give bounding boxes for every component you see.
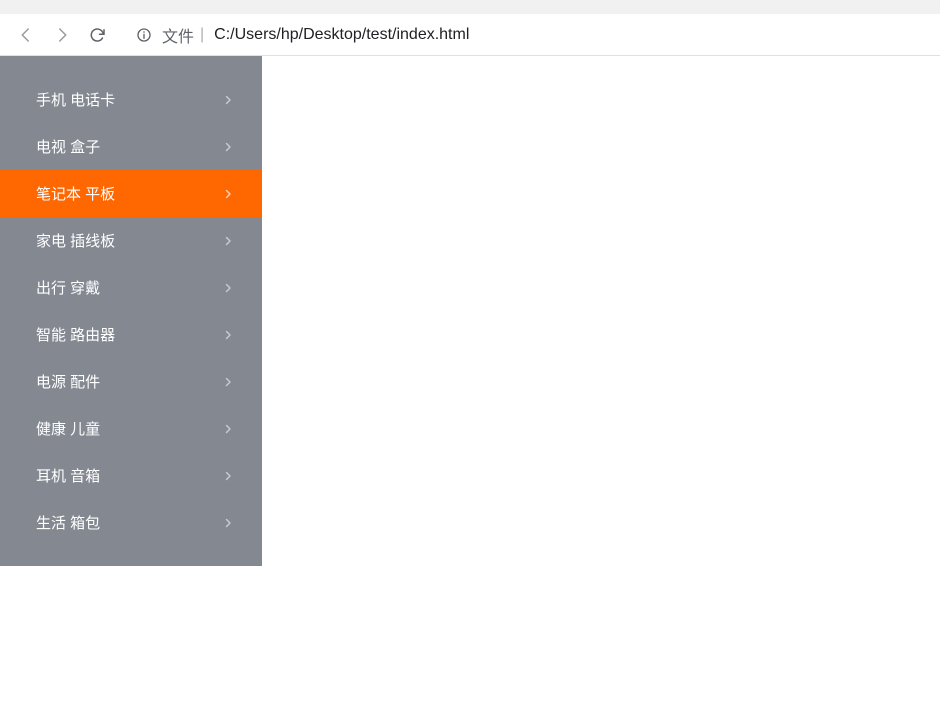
- category-item-7[interactable]: 健康 儿童: [0, 405, 262, 452]
- category-item-label: 笔记本 平板: [36, 183, 115, 204]
- url-separator: |: [200, 26, 204, 44]
- info-icon: [136, 27, 152, 43]
- category-item-5[interactable]: 智能 路由器: [0, 311, 262, 358]
- category-sidebar: 手机 电话卡电视 盒子笔记本 平板家电 插线板出行 穿戴智能 路由器电源 配件健…: [0, 56, 262, 566]
- chevron-right-icon: [222, 235, 234, 247]
- category-item-0[interactable]: 手机 电话卡: [0, 76, 262, 123]
- chevron-right-icon: [222, 423, 234, 435]
- chevron-right-icon: [222, 188, 234, 200]
- chevron-right-icon: [222, 282, 234, 294]
- category-item-label: 健康 儿童: [36, 418, 100, 439]
- url-scheme-label: 文件: [162, 23, 194, 47]
- category-item-label: 电源 配件: [36, 371, 100, 392]
- category-item-9[interactable]: 生活 箱包: [0, 499, 262, 546]
- category-item-label: 生活 箱包: [36, 512, 100, 533]
- arrow-right-icon: [53, 26, 71, 44]
- back-button[interactable]: [8, 17, 44, 53]
- url-path: C:/Users/hp/Desktop/test/index.html: [214, 26, 469, 44]
- category-item-4[interactable]: 出行 穿戴: [0, 264, 262, 311]
- forward-button[interactable]: [44, 17, 80, 53]
- chevron-right-icon: [222, 470, 234, 482]
- reload-icon: [89, 26, 107, 44]
- page-content: 手机 电话卡电视 盒子笔记本 平板家电 插线板出行 穿戴智能 路由器电源 配件健…: [0, 56, 940, 566]
- category-item-1[interactable]: 电视 盒子: [0, 123, 262, 170]
- chevron-right-icon: [222, 517, 234, 529]
- category-item-label: 出行 穿戴: [36, 277, 100, 298]
- chevron-right-icon: [222, 141, 234, 153]
- category-item-6[interactable]: 电源 配件: [0, 358, 262, 405]
- chevron-right-icon: [222, 376, 234, 388]
- category-item-label: 手机 电话卡: [36, 89, 115, 110]
- category-item-label: 家电 插线板: [36, 230, 115, 251]
- category-item-label: 耳机 音箱: [36, 465, 100, 486]
- category-item-3[interactable]: 家电 插线板: [0, 217, 262, 264]
- category-item-label: 智能 路由器: [36, 324, 115, 345]
- category-item-label: 电视 盒子: [36, 136, 100, 157]
- reload-button[interactable]: [80, 17, 116, 53]
- browser-toolbar: 文件 | C:/Users/hp/Desktop/test/index.html: [0, 14, 940, 56]
- browser-tab-strip: [0, 0, 940, 14]
- chevron-right-icon: [222, 329, 234, 341]
- address-bar[interactable]: 文件 | C:/Users/hp/Desktop/test/index.html: [124, 20, 932, 50]
- category-item-8[interactable]: 耳机 音箱: [0, 452, 262, 499]
- arrow-left-icon: [17, 26, 35, 44]
- category-item-2[interactable]: 笔记本 平板: [0, 170, 262, 217]
- chevron-right-icon: [222, 94, 234, 106]
